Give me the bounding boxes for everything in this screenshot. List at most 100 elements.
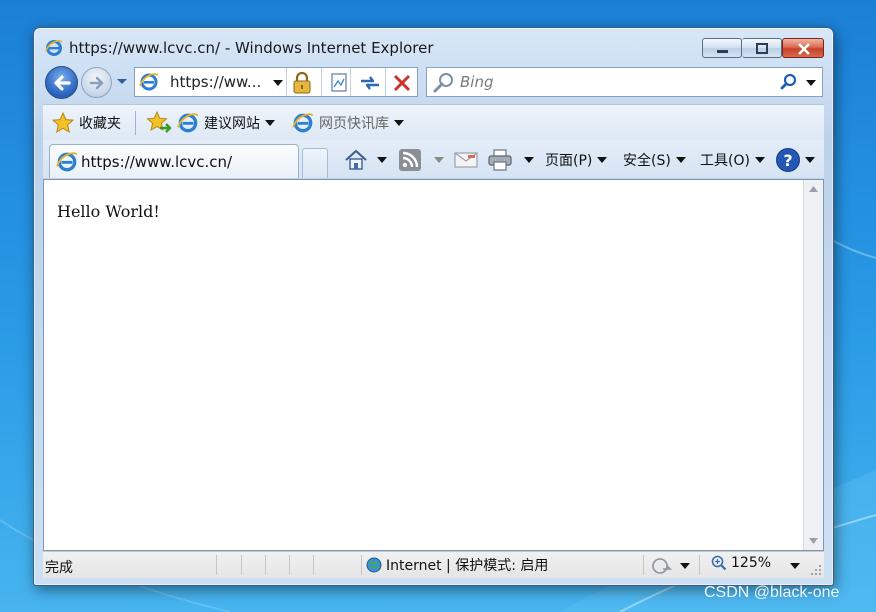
- star-icon: [51, 111, 75, 134]
- svg-text:?: ?: [783, 151, 792, 170]
- safety-menu-label: 安全(S): [623, 153, 671, 169]
- lock-icon[interactable]: [292, 71, 312, 95]
- address-dropdown-icon[interactable]: [272, 79, 284, 87]
- tab-row: https://www.lcvc.cn/ 页面(P) 安全(S) 工具(O) ?: [43, 140, 824, 178]
- recent-pages-dropdown-icon[interactable]: [115, 77, 129, 87]
- divider: [241, 555, 242, 575]
- rss-feed-icon: [399, 149, 421, 171]
- home-icon: [345, 149, 367, 170]
- scroll-up-icon[interactable]: [809, 186, 818, 192]
- vertical-scrollbar[interactable]: [803, 180, 823, 550]
- search-icon[interactable]: [780, 73, 798, 91]
- compatibility-view-icon[interactable]: [330, 73, 348, 93]
- divider: [350, 68, 351, 96]
- chevron-down-icon: [265, 120, 275, 126]
- forward-arrow-icon: [89, 76, 104, 90]
- chevron-down-icon[interactable]: [433, 156, 445, 164]
- favorites-label: 收藏夹: [79, 116, 121, 132]
- tab-title: https://www.lcvc.cn/: [81, 153, 233, 171]
- security-zone[interactable]: Internet | 保护模式: 启用: [366, 555, 548, 575]
- address-bar[interactable]: https://ww...: [134, 67, 418, 97]
- divider: [361, 555, 362, 575]
- close-icon: [798, 43, 810, 55]
- divider: [321, 68, 322, 96]
- web-slice-gallery-link[interactable]: 网页快讯库: [292, 105, 405, 141]
- zoom-level: 125%: [731, 555, 772, 571]
- mail-icon: [454, 152, 478, 168]
- new-tab-button[interactable]: [302, 148, 328, 178]
- favorites-bar: 收藏夹 建议网站 网页快讯库: [43, 104, 824, 141]
- ie-window: https://www.lcvc.cn/ - Windows Internet …: [33, 27, 834, 586]
- divider: [313, 555, 314, 575]
- minimize-icon: [717, 50, 728, 53]
- page-menu-label: 页面(P): [545, 153, 593, 169]
- page-content[interactable]: Hello World!: [43, 179, 824, 551]
- zoom-control[interactable]: 125%: [711, 555, 771, 571]
- watermark: CSDN @black-one: [704, 584, 840, 601]
- globe-icon: [366, 557, 382, 573]
- ie-icon: [177, 113, 199, 133]
- stop-icon[interactable]: [392, 73, 412, 93]
- chevron-down-icon: [754, 157, 765, 163]
- divider: [135, 111, 136, 135]
- feeds-button[interactable]: [399, 144, 445, 176]
- suggested-sites-link[interactable]: 建议网站: [177, 105, 276, 141]
- divider: [286, 68, 287, 96]
- page-menu[interactable]: 页面(P): [545, 144, 608, 176]
- maximize-icon: [756, 43, 768, 54]
- home-button[interactable]: [344, 144, 388, 176]
- security-zone-label: Internet | 保护模式: 启用: [386, 558, 549, 574]
- search-provider-icon: [433, 73, 453, 93]
- help-button[interactable]: ?: [775, 144, 816, 176]
- zoom-icon: [711, 555, 727, 571]
- refresh-icon[interactable]: [358, 73, 382, 93]
- address-url[interactable]: https://ww...: [170, 73, 261, 91]
- change-status-icon[interactable]: [652, 557, 672, 575]
- divider: [699, 555, 700, 575]
- chevron-down-icon: [675, 157, 686, 163]
- tools-menu-label: 工具(O): [700, 153, 750, 169]
- status-text: 完成: [45, 560, 73, 576]
- tab-current[interactable]: https://www.lcvc.cn/: [49, 144, 299, 178]
- help-icon: ?: [776, 148, 800, 172]
- window-title: https://www.lcvc.cn/ - Windows Internet …: [69, 39, 434, 57]
- search-box[interactable]: Bing: [426, 67, 823, 97]
- ie-icon: [45, 40, 63, 56]
- status-bar: 完成 Internet | 保护模式: 启用 125%: [43, 551, 824, 578]
- resize-grip-icon[interactable]: [810, 564, 822, 576]
- scroll-down-icon[interactable]: [809, 538, 818, 544]
- suggested-sites-label: 建议网站: [204, 116, 260, 132]
- chevron-down-icon[interactable]: [789, 562, 801, 570]
- print-button[interactable]: [487, 144, 535, 176]
- chevron-down-icon[interactable]: [523, 156, 535, 164]
- ie-icon: [56, 152, 78, 172]
- search-input[interactable]: Bing: [460, 73, 494, 91]
- chevron-down-icon: [805, 157, 815, 163]
- favorites-button[interactable]: 收藏夹: [51, 105, 121, 141]
- search-options-dropdown-icon[interactable]: [805, 79, 817, 87]
- tools-menu[interactable]: 工具(O): [700, 144, 766, 176]
- divider: [385, 68, 386, 96]
- back-button[interactable]: [45, 66, 78, 99]
- chevron-down-icon[interactable]: [376, 156, 388, 164]
- forward-button[interactable]: [81, 67, 112, 98]
- divider: [216, 555, 217, 575]
- minimize-button[interactable]: [702, 38, 742, 58]
- printer-icon: [488, 149, 512, 171]
- chevron-down-icon[interactable]: [679, 562, 691, 570]
- read-mail-button[interactable]: [454, 144, 478, 176]
- safety-menu[interactable]: 安全(S): [623, 144, 687, 176]
- back-arrow-icon: [54, 75, 71, 91]
- title-bar[interactable]: https://www.lcvc.cn/ - Windows Internet …: [34, 28, 833, 64]
- ie-page-icon: [139, 73, 159, 91]
- web-slice-gallery-label: 网页快讯库: [319, 116, 389, 132]
- divider: [265, 555, 266, 575]
- add-to-favorites-icon[interactable]: [146, 110, 172, 136]
- maximize-button[interactable]: [742, 38, 782, 58]
- divider: [643, 555, 644, 575]
- close-button[interactable]: [782, 38, 824, 58]
- ie-icon: [292, 113, 314, 133]
- page-body-text: Hello World!: [57, 202, 160, 221]
- chevron-down-icon: [394, 120, 404, 126]
- chevron-down-icon: [597, 157, 608, 163]
